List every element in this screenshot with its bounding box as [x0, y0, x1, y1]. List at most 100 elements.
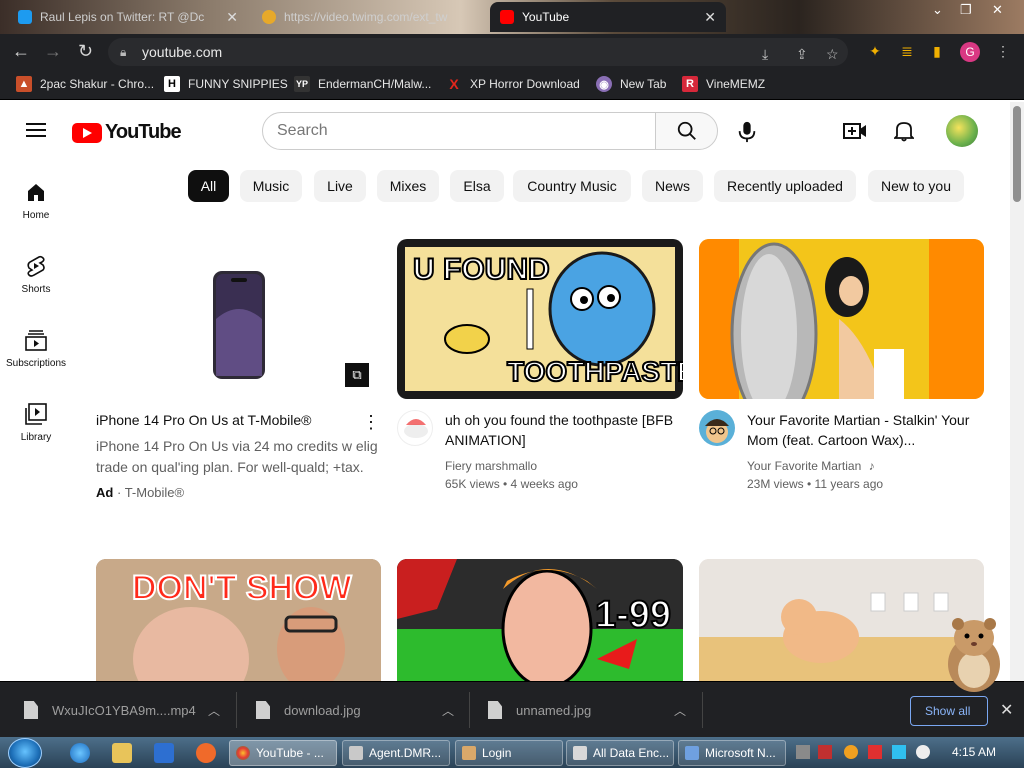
- voice-search-button[interactable]: [730, 115, 764, 149]
- taskbar-task-login[interactable]: Login: [455, 740, 563, 766]
- notifications-bell-icon[interactable]: [891, 118, 917, 144]
- scrollbar-thumb[interactable]: [1013, 106, 1021, 202]
- bookmark-xp-horror[interactable]: X XP Horror Download: [446, 76, 580, 92]
- bookmark-funny-snippies[interactable]: H FUNNY SNIPPIES: [164, 76, 288, 92]
- video-thumbnail[interactable]: 1-99: [397, 559, 683, 684]
- chevron-up-icon[interactable]: ︿: [674, 702, 686, 719]
- windows-start-button[interactable]: [8, 738, 42, 768]
- chevron-up-icon[interactable]: ︿: [208, 702, 220, 719]
- tray-search-icon[interactable]: [844, 745, 858, 759]
- video-title[interactable]: uh oh you found the toothpaste [BFB ANIM…: [445, 410, 681, 450]
- system-clock[interactable]: 4:15 AM: [952, 745, 996, 759]
- menu-dots-icon[interactable]: ⋮: [992, 40, 1014, 62]
- tray-tool-icon[interactable]: [818, 745, 832, 759]
- more-options-icon[interactable]: ⋮: [362, 412, 380, 433]
- channel-avatar[interactable]: [699, 410, 735, 446]
- bookmarks-bar: ▲ 2pac Shakur - Chro... H FUNNY SNIPPIES…: [0, 70, 1024, 100]
- chip-music[interactable]: Music: [240, 170, 302, 202]
- tab-twitter[interactable]: Raul Lepis on Twitter: RT @Dc ✕: [8, 2, 248, 32]
- library-icon: [24, 402, 48, 426]
- youtube-header: YouTube: [0, 102, 1010, 158]
- search-button[interactable]: [655, 112, 718, 150]
- tray-network-icon[interactable]: [892, 745, 906, 759]
- back-icon[interactable]: ←: [12, 42, 30, 60]
- ad-thumbnail[interactable]: ⧉: [96, 239, 381, 399]
- extensions-puzzle-icon[interactable]: ✦: [864, 40, 886, 62]
- close-icon[interactable]: ✕: [704, 9, 716, 26]
- chip-recently-uploaded[interactable]: Recently uploaded: [714, 170, 856, 202]
- ad-description: iPhone 14 Pro On Us via 24 mo credits w …: [96, 438, 378, 475]
- internet-explorer-icon[interactable]: [70, 743, 90, 763]
- chip-new-to-you[interactable]: New to you: [868, 170, 964, 202]
- tray-volume-icon[interactable]: [916, 745, 930, 759]
- video-thumbnail[interactable]: U FOUND TOOTHPASTE: [397, 239, 683, 399]
- app-pinned-icon[interactable]: [196, 743, 216, 763]
- video-title[interactable]: Your Favorite Martian - Stalkin' Your Mo…: [747, 410, 983, 450]
- video-thumbnail[interactable]: DON'T SHOW: [96, 559, 381, 684]
- tab-video-twimg[interactable]: https://video.twimg.com/ext_tw: [252, 2, 488, 32]
- taskbar-task-youtube[interactable]: YouTube - ...: [229, 740, 337, 766]
- microsoft-icon: [685, 746, 699, 760]
- close-icon[interactable]: ✕: [226, 9, 238, 26]
- bookmark-2pac[interactable]: ▲ 2pac Shakur - Chro...: [16, 76, 154, 92]
- sidebar-item-shorts[interactable]: Shorts: [0, 254, 72, 295]
- download-filename: download.jpg: [284, 702, 361, 718]
- tray-app-icon[interactable]: [796, 745, 810, 759]
- page-scrollbar[interactable]: [1010, 102, 1024, 681]
- desktop-hamster-pet[interactable]: [940, 612, 1008, 694]
- bookmark-star-icon[interactable]: ☆: [826, 46, 839, 63]
- address-bar[interactable]: 🔒︎ youtube.com ⤓ ⇪ ☆: [108, 38, 848, 66]
- create-video-icon[interactable]: [842, 118, 868, 144]
- profile-avatar[interactable]: G: [960, 42, 980, 62]
- chevron-up-icon[interactable]: ︿: [442, 702, 454, 719]
- bookmark-endermanch[interactable]: YP EndermanCH/Malw...: [294, 76, 431, 92]
- taskbar-task-microsoft[interactable]: Microsoft N...: [678, 740, 786, 766]
- forward-icon[interactable]: →: [44, 42, 62, 60]
- tab-youtube[interactable]: YouTube ✕: [490, 2, 726, 32]
- search-input[interactable]: [277, 113, 647, 149]
- close-window-icon[interactable]: ✕: [992, 2, 1003, 18]
- sidebar-item-library[interactable]: Library: [0, 402, 72, 443]
- tab-search-icon[interactable]: ⌄: [932, 2, 943, 18]
- chip-elsa[interactable]: Elsa: [450, 170, 504, 202]
- install-app-icon[interactable]: ⤓: [762, 46, 768, 63]
- taskbar-task-agent[interactable]: Agent.DMR...: [342, 740, 450, 766]
- taskbar-task-all-data[interactable]: All Data Enc...: [566, 740, 674, 766]
- channel-name[interactable]: Your Favorite Martian: [747, 459, 861, 473]
- chip-news[interactable]: News: [642, 170, 703, 202]
- reaction-thumbnail-art: DON'T SHOW: [96, 559, 381, 684]
- share-icon[interactable]: ⇪: [796, 46, 808, 63]
- reload-icon[interactable]: ↻: [78, 42, 93, 60]
- chip-mixes[interactable]: Mixes: [377, 170, 439, 202]
- download-item-mp4[interactable]: WxuJIcO1YBA9m....mp4 ︿: [24, 682, 220, 738]
- download-item-unnamed-jpg[interactable]: unnamed.jpg ︿: [488, 682, 686, 738]
- sidebar-item-home[interactable]: Home: [0, 180, 72, 221]
- user-avatar[interactable]: [946, 115, 978, 147]
- tray-flag-icon[interactable]: [868, 745, 882, 759]
- bookmark-new-tab[interactable]: ◉ New Tab: [596, 76, 666, 92]
- bookmark-favicon-icon: ▲: [16, 76, 32, 92]
- chip-all[interactable]: All: [188, 170, 229, 202]
- file-explorer-icon[interactable]: [112, 743, 132, 763]
- media-queue-icon[interactable]: ≣: [896, 40, 918, 62]
- video-title[interactable]: iPhone 14 Pro On Us at T-Mobile®: [96, 410, 356, 430]
- hamburger-menu-icon[interactable]: [26, 123, 46, 137]
- show-all-button[interactable]: Show all: [910, 696, 988, 726]
- download-shelf: WxuJIcO1YBA9m....mp4 ︿ download.jpg ︿ un…: [0, 681, 1024, 737]
- sidebar-item-subscriptions[interactable]: Subscriptions: [0, 328, 72, 369]
- channel-avatar[interactable]: [397, 410, 433, 446]
- side-panel-icon[interactable]: ▮: [926, 40, 948, 62]
- chip-live[interactable]: Live: [314, 170, 366, 202]
- channel-name[interactable]: Fiery marshmallo: [445, 457, 537, 475]
- file-icon: [488, 701, 502, 719]
- chip-country-music[interactable]: Country Music: [513, 170, 631, 202]
- bfb-toothpaste-artwork: U FOUND TOOTHPASTE: [405, 247, 683, 391]
- download-item-download-jpg[interactable]: download.jpg ︿: [256, 682, 454, 738]
- youtube-logo[interactable]: YouTube: [72, 121, 182, 144]
- bookmark-vinememz[interactable]: R VineMEMZ: [682, 76, 765, 92]
- external-link-icon[interactable]: ⧉: [345, 363, 369, 387]
- restore-window-icon[interactable]: ❐: [960, 2, 972, 18]
- media-player-icon[interactable]: [154, 743, 174, 763]
- close-icon[interactable]: ✕: [1000, 700, 1013, 720]
- video-thumbnail[interactable]: [699, 239, 984, 399]
